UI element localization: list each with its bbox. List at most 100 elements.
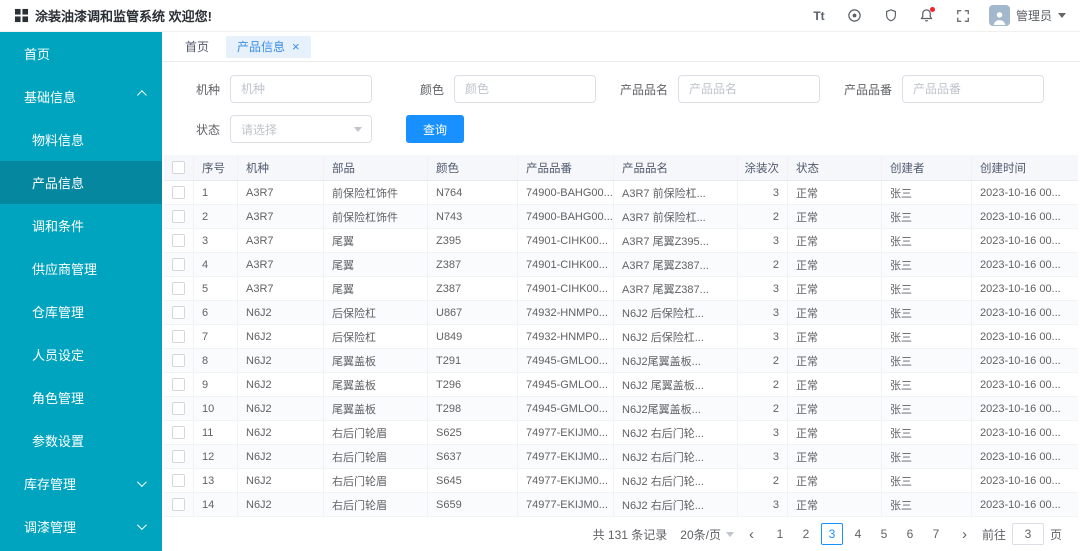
table-cell: 张三 xyxy=(882,445,972,468)
product-name-input[interactable] xyxy=(678,75,820,103)
row-checkbox-cell xyxy=(164,469,194,492)
status-select[interactable]: 请选择 xyxy=(230,115,372,143)
table-cell: 6 xyxy=(194,301,238,324)
table-row: 1 A3R7 前保险杠饰件 N764 74900-BAHG00... A3R7 前保险杠.… xyxy=(164,181,1078,205)
row-checkbox[interactable] xyxy=(172,402,185,415)
table-cell: 74932-HNMP0... xyxy=(518,325,614,348)
page-number-4[interactable]: 4 xyxy=(847,523,869,545)
row-checkbox[interactable] xyxy=(172,378,185,391)
font-size-icon[interactable]: Tt xyxy=(809,6,829,26)
select-all-checkbox[interactable] xyxy=(172,161,185,174)
next-page-button[interactable]: › xyxy=(960,527,969,542)
column-header-创建者: 创建者 xyxy=(882,155,972,180)
table-row: 13 N6J2 右后门轮眉 S645 74977-EKIJM0... N6J2 右后门轮.… xyxy=(164,469,1078,493)
table-cell: 3 xyxy=(738,493,788,516)
table-cell: 3 xyxy=(738,181,788,204)
caret-down-icon xyxy=(1058,13,1066,18)
tab-产品信息[interactable]: 产品信息 × xyxy=(226,35,311,58)
page-number-1[interactable]: 1 xyxy=(769,523,791,545)
table-row: 8 N6J2 尾翼盖板 T291 74945-GMLO0... N6J2尾翼盖板... 2 正… xyxy=(164,349,1078,373)
sidebar-item-角色管理[interactable]: 角色管理 xyxy=(0,376,162,419)
row-checkbox[interactable] xyxy=(172,330,185,343)
color-input[interactable] xyxy=(454,75,596,103)
page-number-3[interactable]: 3 xyxy=(820,523,843,545)
table-cell: A3R7 xyxy=(238,205,324,228)
table-cell: 尾翼盖板 xyxy=(324,373,428,396)
table-cell: 正常 xyxy=(788,325,882,348)
column-header-部品: 部品 xyxy=(324,155,428,180)
row-checkbox[interactable] xyxy=(172,306,185,319)
badge-icon[interactable] xyxy=(881,6,901,26)
sidebar-item-调漆管理[interactable]: 调漆管理 xyxy=(0,505,162,548)
tab-label: 首页 xyxy=(185,40,210,54)
table-cell: 74901-CIHK00... xyxy=(518,253,614,276)
table-cell: 2023-10-16 00... xyxy=(980,186,1061,199)
query-button[interactable]: 查询 xyxy=(406,115,465,143)
sidebar-item-物料信息[interactable]: 物料信息 xyxy=(0,118,162,161)
sidebar-item-基础信息[interactable]: 基础信息 xyxy=(0,75,162,118)
sidebar-item-仓库管理[interactable]: 仓库管理 xyxy=(0,290,162,333)
prev-page-button[interactable]: ‹ xyxy=(747,527,756,542)
table-cell: N6J2 右后门轮... xyxy=(614,421,738,444)
table-cell: N6J2 xyxy=(238,493,324,516)
table-row: 9 N6J2 尾翼盖板 T296 74945-GMLO0... N6J2 尾翼盖板... 2… xyxy=(164,373,1078,397)
sidebar-item-供应商管理[interactable]: 供应商管理 xyxy=(0,247,162,290)
table-cell: 尾翼 xyxy=(324,229,428,252)
main-area: 首页 产品信息 × 机种 颜色 产品品名 产品品番 状态 xyxy=(162,32,1080,551)
table-cell: T296 xyxy=(428,373,518,396)
row-checkbox[interactable] xyxy=(172,474,185,487)
field-label: 产品品番 xyxy=(843,82,892,97)
tab-首页[interactable]: 首页 xyxy=(174,36,220,58)
goto-page-input[interactable] xyxy=(1011,523,1044,545)
sidebar-item-库存管理[interactable]: 库存管理 xyxy=(0,462,162,505)
sidebar-item-参数设置[interactable]: 参数设置 xyxy=(0,419,162,462)
row-checkbox[interactable] xyxy=(172,258,185,271)
table-row: 5 A3R7 尾翼 Z387 74901-CIHK00... A3R7 尾翼Z387...… xyxy=(164,277,1078,301)
row-checkbox[interactable] xyxy=(172,450,185,463)
product-number-input[interactable] xyxy=(902,75,1044,103)
table-cell: 张三 xyxy=(882,325,972,348)
row-checkbox[interactable] xyxy=(172,498,185,511)
page-number-5[interactable]: 5 xyxy=(873,523,895,545)
row-checkbox[interactable] xyxy=(172,354,185,367)
page-title: 涂装油漆调和监管系统 欢迎您! xyxy=(35,9,212,24)
bell-icon[interactable] xyxy=(917,6,937,26)
theme-icon[interactable] xyxy=(845,6,865,26)
sidebar-item-人员设定[interactable]: 人员设定 xyxy=(0,333,162,376)
user-menu[interactable]: 管理员 xyxy=(988,5,1066,26)
page-number-6[interactable]: 6 xyxy=(899,523,921,545)
table-cell: 2023-10-16 00... xyxy=(980,354,1061,367)
field-product-name: 产品品名 xyxy=(616,75,820,103)
column-header-序号: 序号 xyxy=(194,155,238,180)
field-color: 颜色 xyxy=(392,75,596,103)
sidebar-item-调和条件[interactable]: 调和条件 xyxy=(0,204,162,247)
table-cell: N6J2 xyxy=(238,373,324,396)
table-cell: A3R7 前保险杠... xyxy=(614,181,738,204)
row-checkbox[interactable] xyxy=(172,282,185,295)
sidebar-item-首页[interactable]: 首页 xyxy=(0,32,162,75)
row-checkbox-cell xyxy=(164,253,194,276)
table-cell: 正常 xyxy=(788,205,882,228)
table-cell: 74977-EKIJM0... xyxy=(518,469,614,492)
page-number-7[interactable]: 7 xyxy=(925,523,947,545)
table-cell: 正常 xyxy=(788,469,882,492)
close-icon[interactable]: × xyxy=(292,40,300,53)
table-cell: 12 xyxy=(194,445,238,468)
sidebar-item-产品信息[interactable]: 产品信息 xyxy=(0,161,162,204)
table-cell: 正常 xyxy=(788,421,882,444)
machine-type-input[interactable] xyxy=(230,75,372,103)
table-cell: S625 xyxy=(428,421,518,444)
row-checkbox[interactable] xyxy=(172,186,185,199)
page-number-2[interactable]: 2 xyxy=(795,523,817,545)
page-size-value: 20条/页 xyxy=(680,527,721,542)
table-cell: 11 xyxy=(194,421,238,444)
page-size-select[interactable]: 20条/页 xyxy=(680,526,734,543)
table-cell: N6J2 xyxy=(238,301,324,324)
table-cell: N6J2 xyxy=(238,469,324,492)
row-checkbox[interactable] xyxy=(172,426,185,439)
row-checkbox[interactable] xyxy=(172,234,185,247)
fullscreen-icon[interactable] xyxy=(953,6,973,26)
table-cell: 后保险杠 xyxy=(324,325,428,348)
table-cell: 张三 xyxy=(882,421,972,444)
row-checkbox[interactable] xyxy=(172,210,185,223)
